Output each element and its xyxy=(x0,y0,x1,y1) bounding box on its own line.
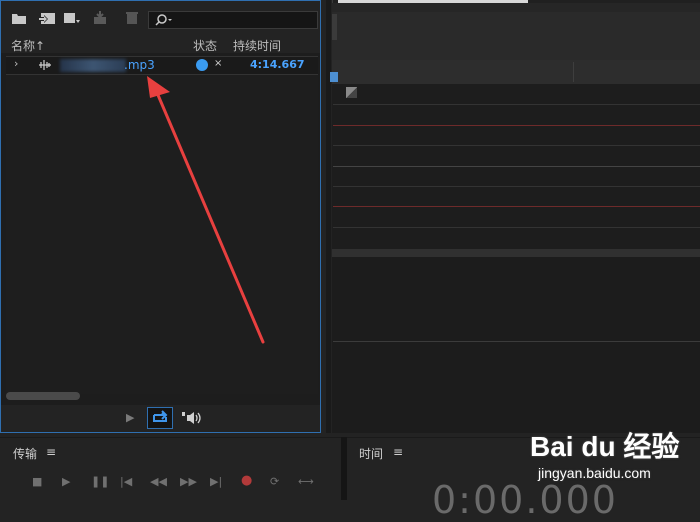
grip-handle[interactable] xyxy=(332,14,337,40)
watermark-logo: Bai du 经验 xyxy=(530,431,680,462)
delete-icon[interactable] xyxy=(125,11,141,25)
search-input[interactable] xyxy=(148,11,318,29)
editor-header xyxy=(332,12,700,43)
file-name-redacted xyxy=(60,59,126,72)
status-indicator-icon xyxy=(196,59,208,71)
track-gridline xyxy=(333,104,700,105)
horizontal-scrollbar[interactable] xyxy=(6,392,80,400)
play-icon[interactable]: ▶ xyxy=(126,411,134,424)
speaker-icon[interactable] xyxy=(181,410,203,429)
time-menu-icon[interactable]: ≡ xyxy=(393,445,403,459)
loop-button[interactable] xyxy=(147,407,173,429)
track-toggle-icon[interactable] xyxy=(346,87,357,98)
loop-icon xyxy=(153,410,168,422)
transport-title: 传输 xyxy=(13,447,38,461)
column-duration-header[interactable]: 持续时间 xyxy=(233,37,281,54)
search-icon xyxy=(155,14,173,29)
panel-divider[interactable] xyxy=(326,0,331,433)
lower-gridline xyxy=(333,341,700,342)
fast-forward-icon[interactable]: ▶▶ xyxy=(180,475,197,488)
ruler-divider xyxy=(573,62,574,82)
files-footer: ▶ xyxy=(1,405,320,432)
play-icon[interactable]: ▶ xyxy=(62,475,70,488)
insert-icon[interactable] xyxy=(63,11,80,25)
track-gridline xyxy=(333,227,700,228)
export-icon[interactable] xyxy=(93,11,109,25)
sort-ascending-icon: ↑ xyxy=(35,39,46,53)
pause-icon[interactable]: ❚❚ xyxy=(91,475,109,488)
loop-playback-icon[interactable]: ⟳ xyxy=(270,475,279,488)
overview-ruler[interactable] xyxy=(332,42,700,60)
files-toolbar xyxy=(1,1,320,35)
skip-forward-icon[interactable]: ▶| xyxy=(210,475,222,488)
rewind-icon[interactable]: ◀◀ xyxy=(150,475,167,488)
baidu-watermark: Bai du 经验 jingyan.baidu.com xyxy=(530,425,700,490)
column-header: 名称↑ 状态 持续时间 xyxy=(1,35,320,53)
column-status-header[interactable]: 状态 xyxy=(193,37,217,54)
track-gridline xyxy=(333,145,700,146)
file-name[interactable]: .mp3 xyxy=(124,58,155,72)
record-icon[interactable]: ● xyxy=(241,473,252,488)
waveform-icon xyxy=(38,59,52,74)
close-file-button[interactable]: × xyxy=(214,58,222,69)
transport-panel: 传输 ≡ ■ ▶ ❚❚ |◀ ◀◀ ▶▶ ▶| ● ⟳ ⟷ xyxy=(0,437,341,501)
playhead-marker[interactable] xyxy=(330,72,338,82)
import-icon[interactable] xyxy=(38,11,55,25)
file-row[interactable]: › .mp3 × 4:14.667 xyxy=(6,56,318,75)
column-name-header[interactable]: 名称↑ xyxy=(11,37,45,54)
folder-open-icon[interactable] xyxy=(11,11,27,25)
time-ruler[interactable] xyxy=(332,60,700,85)
track-gridline xyxy=(333,125,700,126)
track-gridline xyxy=(333,206,700,207)
skip-back-icon[interactable]: |◀ xyxy=(120,475,132,488)
transport-menu-icon[interactable]: ≡ xyxy=(46,445,56,459)
chevron-right-icon[interactable]: › xyxy=(14,57,18,70)
files-panel: 名称↑ 状态 持续时间 › .mp3 × 4:14.667 ▶ xyxy=(0,0,321,433)
track-gridline xyxy=(333,186,700,187)
watermark-url: jingyan.baidu.com xyxy=(538,465,651,481)
track-gridline xyxy=(333,166,700,167)
file-duration: 4:14.667 xyxy=(250,58,305,71)
lower-track-area[interactable] xyxy=(332,257,700,433)
track-splitter[interactable] xyxy=(332,249,700,257)
time-title: 时间 xyxy=(359,447,384,461)
files-list[interactable] xyxy=(6,74,318,394)
stop-icon[interactable]: ■ xyxy=(32,475,42,488)
skip-selection-icon[interactable]: ⟷ xyxy=(298,475,314,488)
